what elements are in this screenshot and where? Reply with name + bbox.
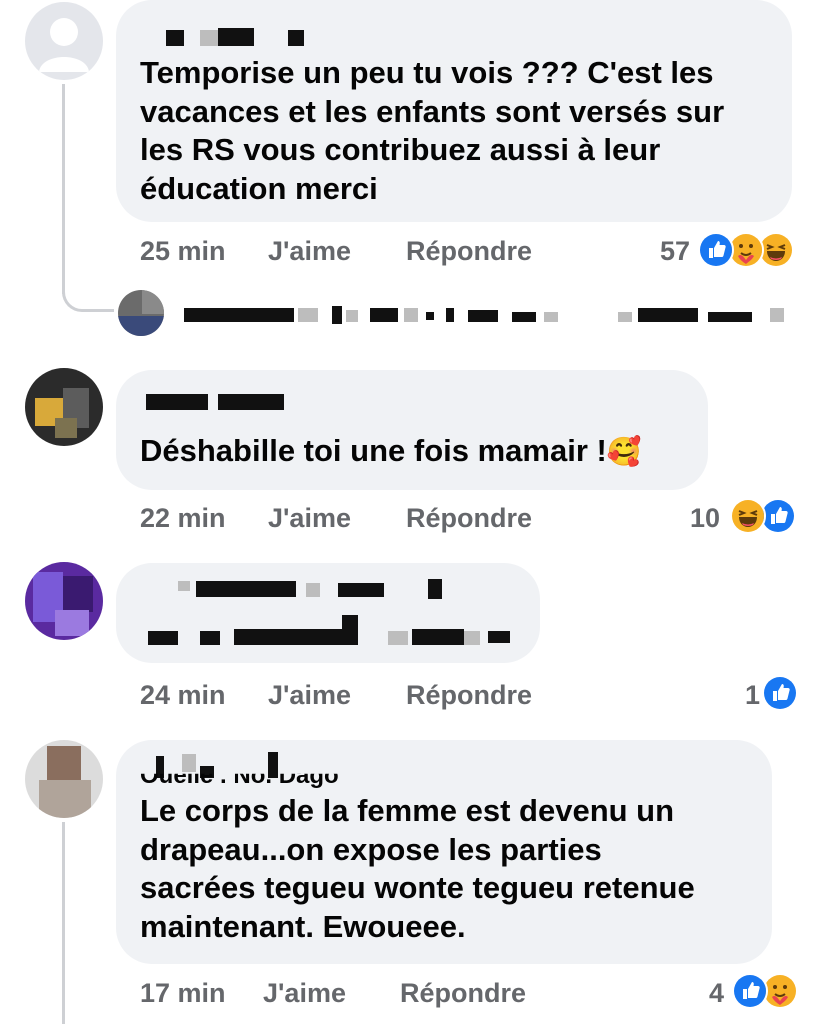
reaction-count[interactable]: 57 (640, 236, 690, 267)
comment-author[interactable]: Ouelle . No. Dago (140, 774, 339, 790)
reply-avatar[interactable] (118, 290, 164, 336)
reaction-icons[interactable] (762, 675, 802, 711)
reaction-count[interactable]: 10 (670, 503, 720, 534)
comment-text: Déshabille toi une fois mamair !🥰 (140, 433, 642, 468)
comment-text: Le corps de la femme est devenu un drape… (140, 793, 695, 944)
comment-timestamp[interactable]: 25 min (140, 236, 226, 267)
comment-timestamp[interactable]: 22 min (140, 503, 226, 534)
smiling-face-with-hearts-emoji: 🥰 (606, 436, 642, 467)
thread-line (62, 822, 65, 1024)
avatar-user[interactable] (25, 740, 103, 818)
redacted-author-name (218, 394, 284, 410)
avatar-user[interactable] (25, 562, 103, 640)
reaction-icons[interactable] (730, 498, 800, 534)
reaction-count[interactable]: 4 (680, 978, 724, 1009)
like-icon (732, 973, 768, 1009)
like-link[interactable]: J'aime (268, 236, 351, 267)
avatar-user[interactable] (25, 368, 103, 446)
reply-link[interactable]: Répondre (400, 978, 526, 1009)
redacted-author-name (306, 583, 320, 597)
like-icon (698, 232, 734, 268)
redacted-author-name (218, 28, 254, 46)
redacted-author-name (288, 30, 304, 46)
redacted-author-name (338, 583, 384, 597)
reply-link[interactable]: Répondre (406, 236, 532, 267)
redacted-author-name (178, 581, 190, 591)
thread-line-curve (62, 290, 114, 312)
reaction-icons[interactable] (698, 232, 798, 268)
comment-timestamp[interactable]: 24 min (140, 680, 226, 711)
reply-link[interactable]: Répondre (406, 503, 532, 534)
redacted-author-name (200, 30, 218, 46)
redacted-reply-preview[interactable] (178, 302, 798, 326)
comment-bubble: Temporise un peu tu vois ??? C'est les v… (116, 0, 792, 222)
reaction-icons[interactable] (732, 973, 802, 1009)
reply-link[interactable]: Répondre (406, 680, 532, 711)
haha-icon (730, 498, 766, 534)
default-user-icon (39, 18, 89, 72)
redacted-author-name (182, 754, 196, 772)
comment-text: Temporise un peu tu vois ??? C'est les v… (140, 55, 725, 206)
thread-line (62, 84, 65, 294)
reaction-count[interactable]: 1 (710, 680, 760, 711)
redacted-author-name (166, 30, 184, 46)
comment-bubble: Ouelle . No. Dago Le corps de la femme e… (116, 740, 772, 964)
like-icon (762, 675, 798, 711)
comment-bubble (116, 563, 540, 663)
comment-bubble: Déshabille toi une fois mamair !🥰 (116, 370, 708, 490)
like-link[interactable]: J'aime (263, 978, 346, 1009)
like-link[interactable]: J'aime (268, 680, 351, 711)
avatar-default[interactable] (25, 2, 103, 80)
like-link[interactable]: J'aime (268, 503, 351, 534)
redacted-author-name (146, 394, 208, 410)
redacted-author-name (428, 579, 442, 599)
redacted-author-name (196, 581, 296, 597)
comment-timestamp[interactable]: 17 min (140, 978, 226, 1009)
